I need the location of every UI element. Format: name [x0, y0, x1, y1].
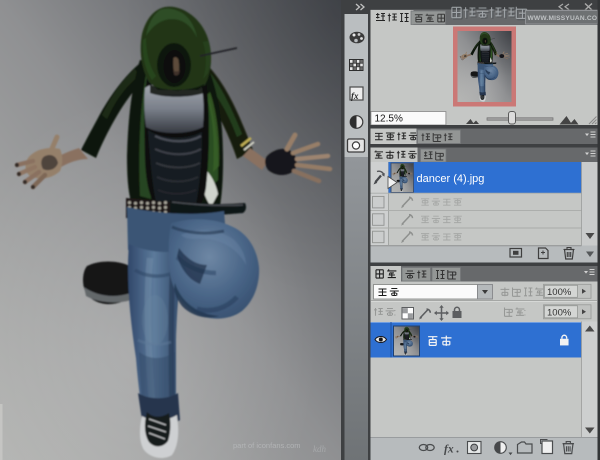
svg-text:12.5%: 12.5%: [375, 114, 403, 125]
svg-text::: :: [524, 308, 527, 319]
svg-text:part of iconfans.com: part of iconfans.com: [233, 441, 301, 450]
svg-text:100%: 100%: [547, 287, 572, 298]
svg-text:100%: 100%: [547, 307, 572, 318]
svg-text:fx: fx: [351, 91, 359, 101]
svg-text:WWW.MISSYUAN.COM: WWW.MISSYUAN.COM: [528, 15, 600, 22]
svg-text:dancer (4).jpg: dancer (4).jpg: [417, 173, 485, 185]
svg-text:kdh: kdh: [313, 444, 326, 454]
svg-text:fx: fx: [444, 444, 454, 456]
svg-text::: :: [394, 308, 397, 319]
